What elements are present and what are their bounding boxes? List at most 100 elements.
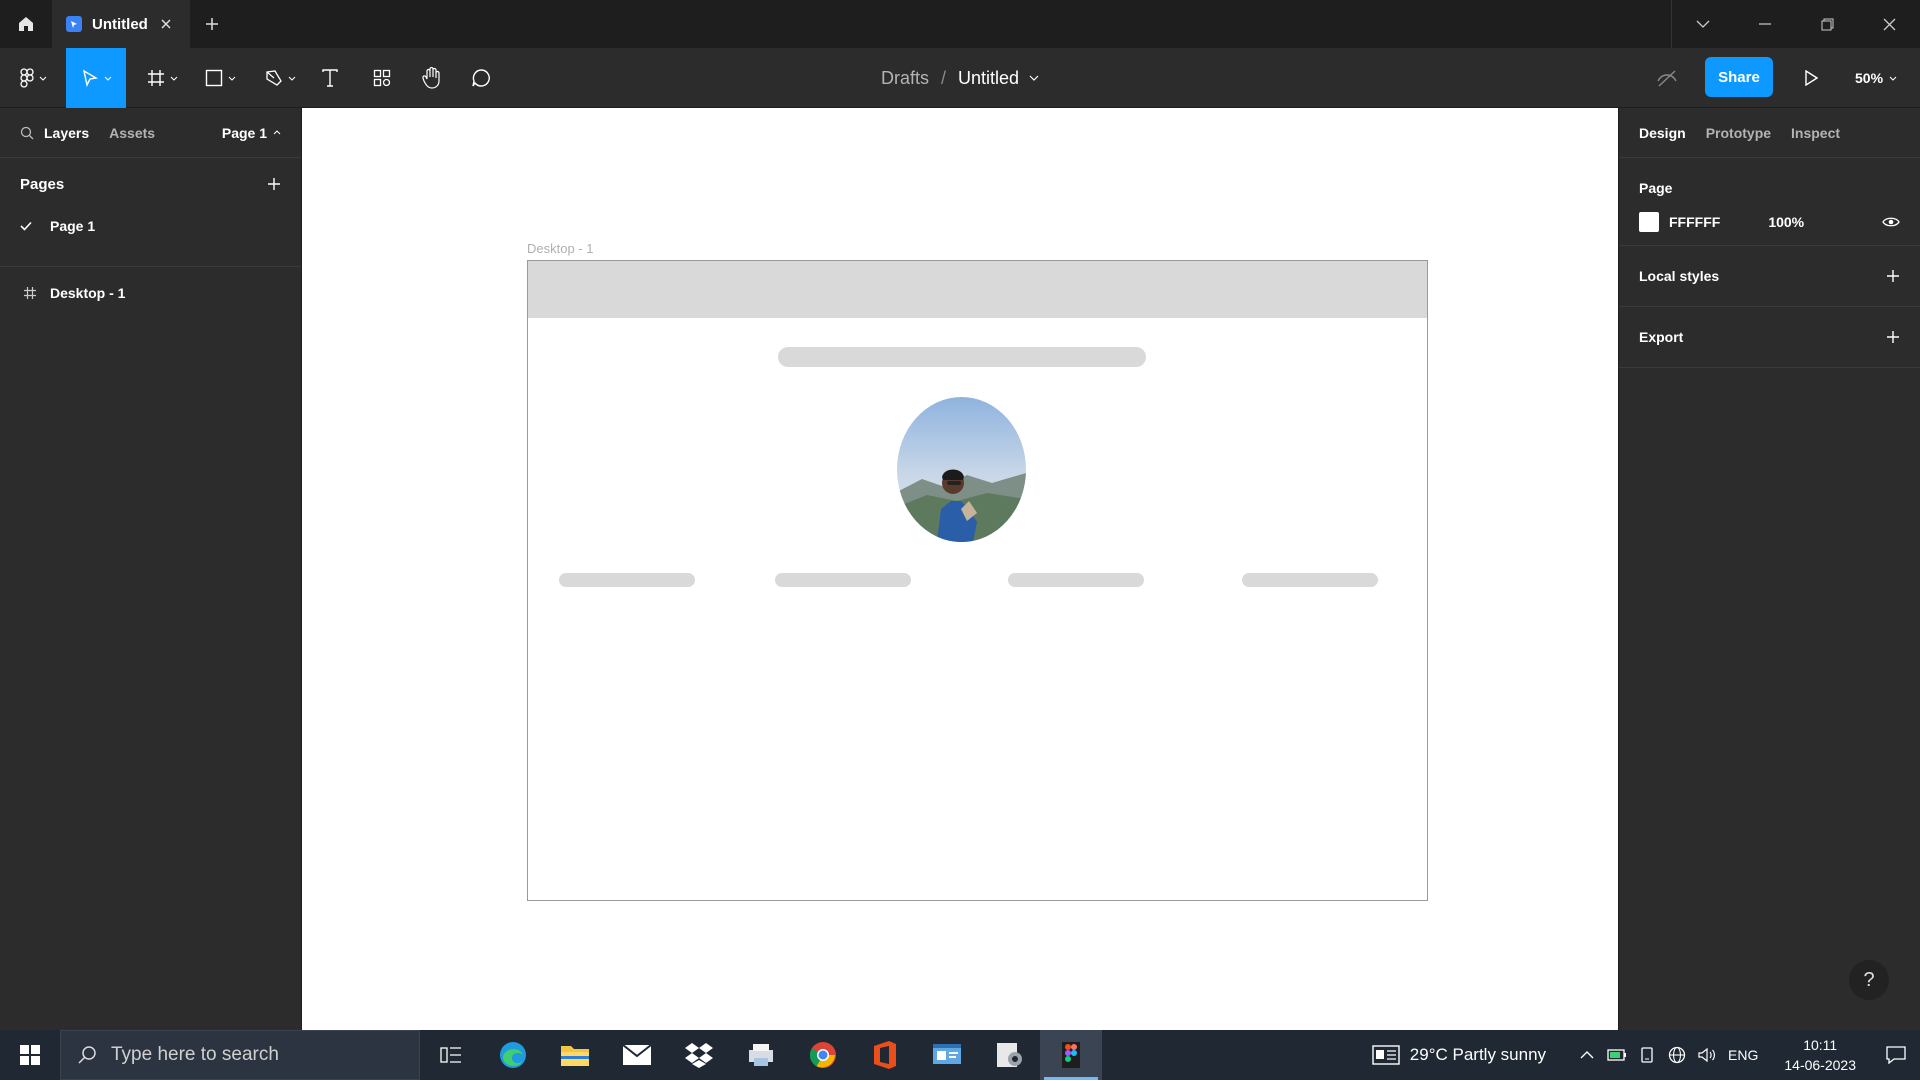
weather-widget[interactable]: 29°C Partly sunny xyxy=(1372,1045,1546,1065)
figma-file-icon xyxy=(66,16,82,32)
wireframe-nav-placeholder-3[interactable] xyxy=(1008,573,1144,587)
main-menu-button[interactable] xyxy=(12,48,54,108)
page-color-swatch[interactable] xyxy=(1639,212,1659,232)
volume-tray-button[interactable] xyxy=(1692,1047,1722,1063)
tab-layers[interactable]: Layers xyxy=(44,125,89,141)
battery-tray-button[interactable] xyxy=(1602,1048,1632,1062)
page-list-item[interactable]: Page 1 xyxy=(0,210,301,242)
minimize-button[interactable] xyxy=(1734,0,1796,48)
move-tool-button[interactable] xyxy=(66,48,126,108)
eye-icon[interactable] xyxy=(1882,216,1900,228)
file-explorer-button[interactable] xyxy=(544,1030,606,1080)
taskbar-search-box[interactable]: Type here to search xyxy=(60,1030,420,1080)
taskbar-search-placeholder: Type here to search xyxy=(111,1044,279,1065)
page-opacity-value[interactable]: 100% xyxy=(1768,214,1804,230)
notification-icon xyxy=(1886,1046,1906,1064)
search-icon[interactable] xyxy=(20,126,34,140)
device-tray-button[interactable] xyxy=(1632,1047,1662,1063)
add-export-button[interactable] xyxy=(1886,330,1900,344)
figma-logo-icon xyxy=(19,68,34,88)
windows-taskbar: Type here to search 29°C Partly sunny EN… xyxy=(0,1030,1920,1080)
file-name-title[interactable]: Untitled xyxy=(958,68,1019,89)
frame-icon xyxy=(147,70,164,86)
add-local-style-button[interactable] xyxy=(1886,269,1900,283)
chevron-down-icon xyxy=(170,76,177,81)
close-icon xyxy=(161,19,171,29)
photos-app-button[interactable] xyxy=(730,1030,792,1080)
input-language[interactable]: ENG xyxy=(1728,1047,1758,1063)
page-selector[interactable]: Page 1 xyxy=(222,125,281,141)
chevron-up-icon xyxy=(1580,1051,1594,1059)
text-tool-button[interactable] xyxy=(316,48,344,108)
edge-app-button[interactable] xyxy=(482,1030,544,1080)
mail-app-button[interactable] xyxy=(606,1030,668,1080)
help-button[interactable]: ? xyxy=(1849,960,1889,1000)
wireframe-header-bar[interactable] xyxy=(528,261,1427,318)
wireframe-title-placeholder[interactable] xyxy=(778,347,1146,367)
chrome-app-button[interactable] xyxy=(792,1030,854,1080)
present-button[interactable] xyxy=(1796,48,1826,108)
pen-tool-button[interactable] xyxy=(258,48,302,108)
zoom-control[interactable]: 50% xyxy=(1855,48,1897,108)
comment-tool-button[interactable] xyxy=(467,48,495,108)
tab-inspect[interactable]: Inspect xyxy=(1791,125,1840,141)
title-bar: Untitled xyxy=(0,0,1920,48)
home-button[interactable] xyxy=(0,0,52,48)
tab-assets[interactable]: Assets xyxy=(109,125,155,141)
cursor-arrow-icon xyxy=(82,69,98,87)
shape-tool-button[interactable] xyxy=(198,48,242,108)
system-tools-button[interactable] xyxy=(978,1030,1040,1080)
mail-icon xyxy=(622,1044,652,1065)
components-icon xyxy=(373,69,391,87)
wireframe-nav-placeholder-4[interactable] xyxy=(1242,573,1378,587)
profile-photo[interactable] xyxy=(897,397,1026,542)
wireframe-nav-placeholder-1[interactable] xyxy=(559,573,695,587)
resources-button[interactable] xyxy=(368,48,396,108)
frame-tool-button[interactable] xyxy=(140,48,184,108)
zoom-level: 50% xyxy=(1855,70,1884,86)
printer-icon xyxy=(749,1044,773,1066)
tab-design[interactable]: Design xyxy=(1639,125,1686,141)
file-tab[interactable]: Untitled xyxy=(52,0,190,48)
layer-item-desktop-1[interactable]: Desktop - 1 xyxy=(0,273,301,313)
close-window-button[interactable] xyxy=(1858,0,1920,48)
restore-icon xyxy=(1821,18,1833,30)
task-view-button[interactable] xyxy=(420,1030,482,1080)
share-button[interactable]: Share xyxy=(1705,57,1773,97)
desktop-frame[interactable] xyxy=(527,260,1428,901)
tab-close-button[interactable] xyxy=(156,14,176,34)
tab-prototype[interactable]: Prototype xyxy=(1706,125,1771,141)
page-color-value[interactable]: FFFFFF xyxy=(1669,214,1720,230)
network-tray-button[interactable] xyxy=(1662,1046,1692,1064)
tab-title: Untitled xyxy=(92,15,148,33)
breadcrumb-drafts[interactable]: Drafts xyxy=(881,68,929,89)
start-button[interactable] xyxy=(0,1030,60,1080)
add-page-button[interactable] xyxy=(267,177,281,191)
design-canvas[interactable]: Desktop - 1 xyxy=(302,108,1618,1030)
chevron-down-icon xyxy=(288,76,295,81)
office-app-button[interactable] xyxy=(854,1030,916,1080)
task-view-icon xyxy=(440,1047,461,1063)
multiplayer-hidden-button[interactable] xyxy=(1652,48,1682,108)
figma-app-button[interactable] xyxy=(1040,1030,1102,1080)
new-tab-button[interactable] xyxy=(190,0,234,48)
show-hidden-icons-button[interactable] xyxy=(1572,1051,1602,1059)
wireframe-nav-placeholder-2[interactable] xyxy=(775,573,911,587)
dropbox-app-button[interactable] xyxy=(668,1030,730,1080)
folder-icon xyxy=(561,1046,589,1066)
hand-tool-button[interactable] xyxy=(418,48,446,108)
tabs-dropdown-button[interactable] xyxy=(1672,0,1734,48)
gear-document-icon xyxy=(997,1043,1022,1067)
minimize-icon xyxy=(1759,23,1771,25)
chevron-down-icon xyxy=(1889,76,1897,81)
speaker-icon xyxy=(1698,1047,1716,1063)
restore-button[interactable] xyxy=(1796,0,1858,48)
frame-name-label[interactable]: Desktop - 1 xyxy=(527,241,593,256)
clock-date: 14-06-2023 xyxy=(1784,1057,1856,1073)
notifications-button[interactable] xyxy=(1872,1046,1920,1064)
page-background-row: FFFFFF 100% xyxy=(1619,196,1920,232)
chevron-down-icon[interactable] xyxy=(1029,75,1039,81)
clock[interactable]: 10:11 14-06-2023 xyxy=(1784,1035,1856,1075)
control-panel-button[interactable] xyxy=(916,1030,978,1080)
dropbox-icon xyxy=(685,1043,713,1068)
